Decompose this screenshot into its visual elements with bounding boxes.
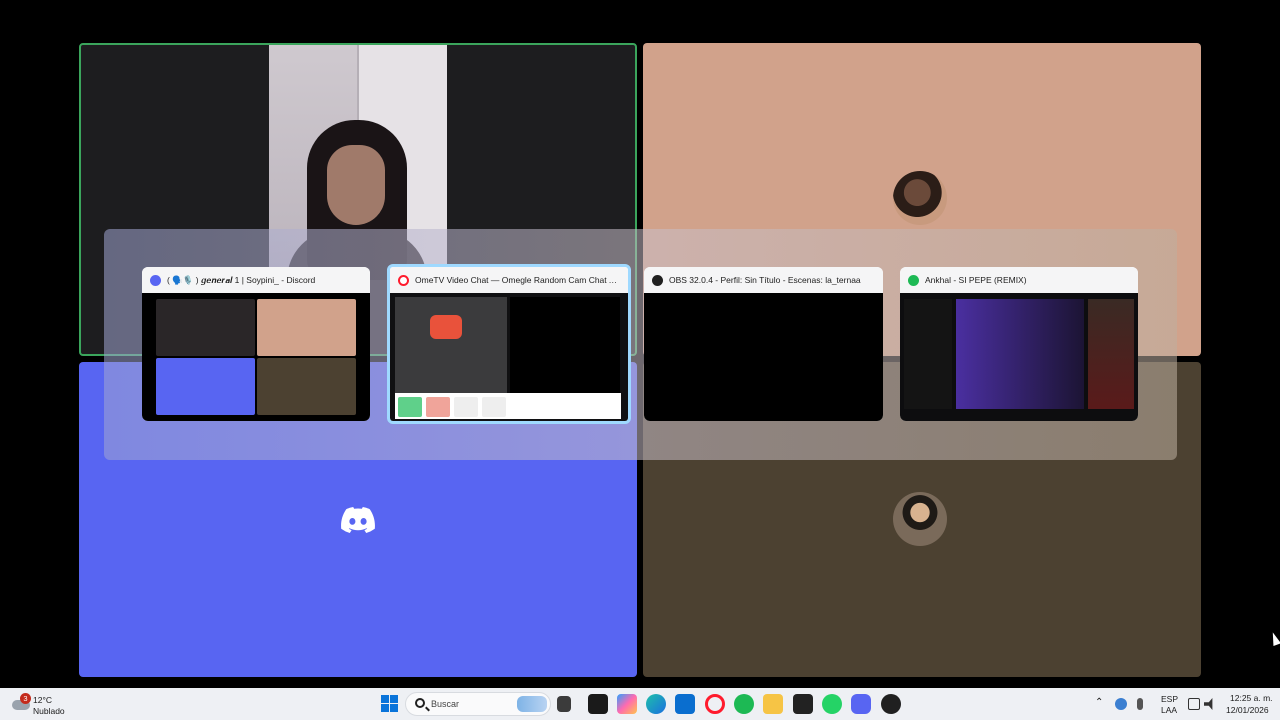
window-preview — [900, 293, 1138, 421]
volume-icon[interactable] — [1204, 698, 1213, 710]
notification-badge: 3 — [20, 693, 31, 704]
window-preview — [142, 293, 370, 421]
onedrive-icon[interactable] — [1115, 698, 1127, 710]
capcut-icon[interactable] — [588, 694, 608, 714]
taskbar-search[interactable]: Buscar — [405, 692, 551, 716]
copilot-icon[interactable] — [617, 694, 637, 714]
ometv-logo — [430, 315, 462, 339]
discord-logo-icon — [341, 507, 375, 533]
window-title: OBS 32.0.4 - Perfil: Sin Título - Escena… — [669, 275, 861, 285]
user-avatar — [893, 171, 947, 225]
search-icon — [415, 698, 425, 708]
folder-icon[interactable] — [763, 694, 783, 714]
desktop: ( 🗣️🎙️ ) 𝒈𝒆𝒏𝒆𝒓𝒂𝒍 1 | Soypini_ - Discord … — [0, 0, 1280, 720]
window-thumb-spotify[interactable]: Ankhal - SI PEPE (REMIX) — [900, 267, 1138, 421]
window-thumb-discord[interactable]: ( 🗣️🎙️ ) 𝒈𝒆𝒏𝒆𝒓𝒂𝒍 1 | Soypini_ - Discord — [142, 267, 370, 421]
discord-icon[interactable] — [851, 694, 871, 714]
window-title: ( 🗣️🎙️ ) 𝒈𝒆𝒏𝒆𝒓𝒂𝒍 1 | Soypini_ - Discord — [167, 274, 316, 285]
task-switcher: ( 🗣️🎙️ ) 𝒈𝒆𝒏𝒆𝒓𝒂𝒍 1 | Soypini_ - Discord … — [104, 229, 1177, 460]
clock-date[interactable]: 12/01/2026 — [1226, 705, 1269, 715]
file-explorer-icon[interactable] — [557, 696, 571, 712]
search-highlight-image — [517, 696, 547, 712]
start-button[interactable] — [380, 694, 400, 714]
window-preview — [390, 293, 628, 421]
window-preview — [644, 293, 883, 421]
show-hidden-icons-chevron-icon[interactable]: ⌃ — [1095, 697, 1103, 708]
input-language[interactable]: ESP — [1161, 694, 1178, 704]
opera-icon — [398, 274, 409, 286]
weather-condition: Nublado — [33, 706, 65, 716]
network-icon[interactable] — [1188, 698, 1200, 710]
whatsapp-icon[interactable] — [822, 694, 842, 714]
spotify-icon — [908, 274, 919, 286]
weather-temp: 12°C — [33, 695, 52, 705]
opera-icon[interactable] — [705, 694, 725, 714]
window-title: OmeTV Video Chat — Omegle Random Cam Cha… — [415, 275, 620, 285]
user-avatar — [893, 492, 947, 546]
spotify-icon[interactable] — [734, 694, 754, 714]
taskbar: 3 12°C Nublado Buscar ⌃ ESP LAA 12:25 a.… — [0, 688, 1280, 720]
discord-icon — [150, 274, 161, 286]
microsoft-store-icon[interactable] — [675, 694, 695, 714]
obs-icon — [652, 274, 663, 286]
search-placeholder: Buscar — [431, 699, 460, 709]
clock-time[interactable]: 12:25 a. m. — [1230, 693, 1273, 703]
window-thumb-ometv[interactable]: OmeTV Video Chat — Omegle Random Cam Cha… — [387, 264, 631, 424]
microphone-icon[interactable] — [1137, 698, 1143, 710]
mouse-cursor — [1269, 631, 1280, 646]
epic-games-icon[interactable] — [793, 694, 813, 714]
weather-widget[interactable]: 3 12°C Nublado — [12, 691, 92, 717]
obs-icon[interactable] — [881, 694, 901, 714]
keyboard-layout[interactable]: LAA — [1161, 705, 1177, 715]
edge-icon[interactable] — [646, 694, 666, 714]
window-thumb-obs[interactable]: OBS 32.0.4 - Perfil: Sin Título - Escena… — [644, 267, 883, 421]
window-title: Ankhal - SI PEPE (REMIX) — [925, 275, 1027, 285]
